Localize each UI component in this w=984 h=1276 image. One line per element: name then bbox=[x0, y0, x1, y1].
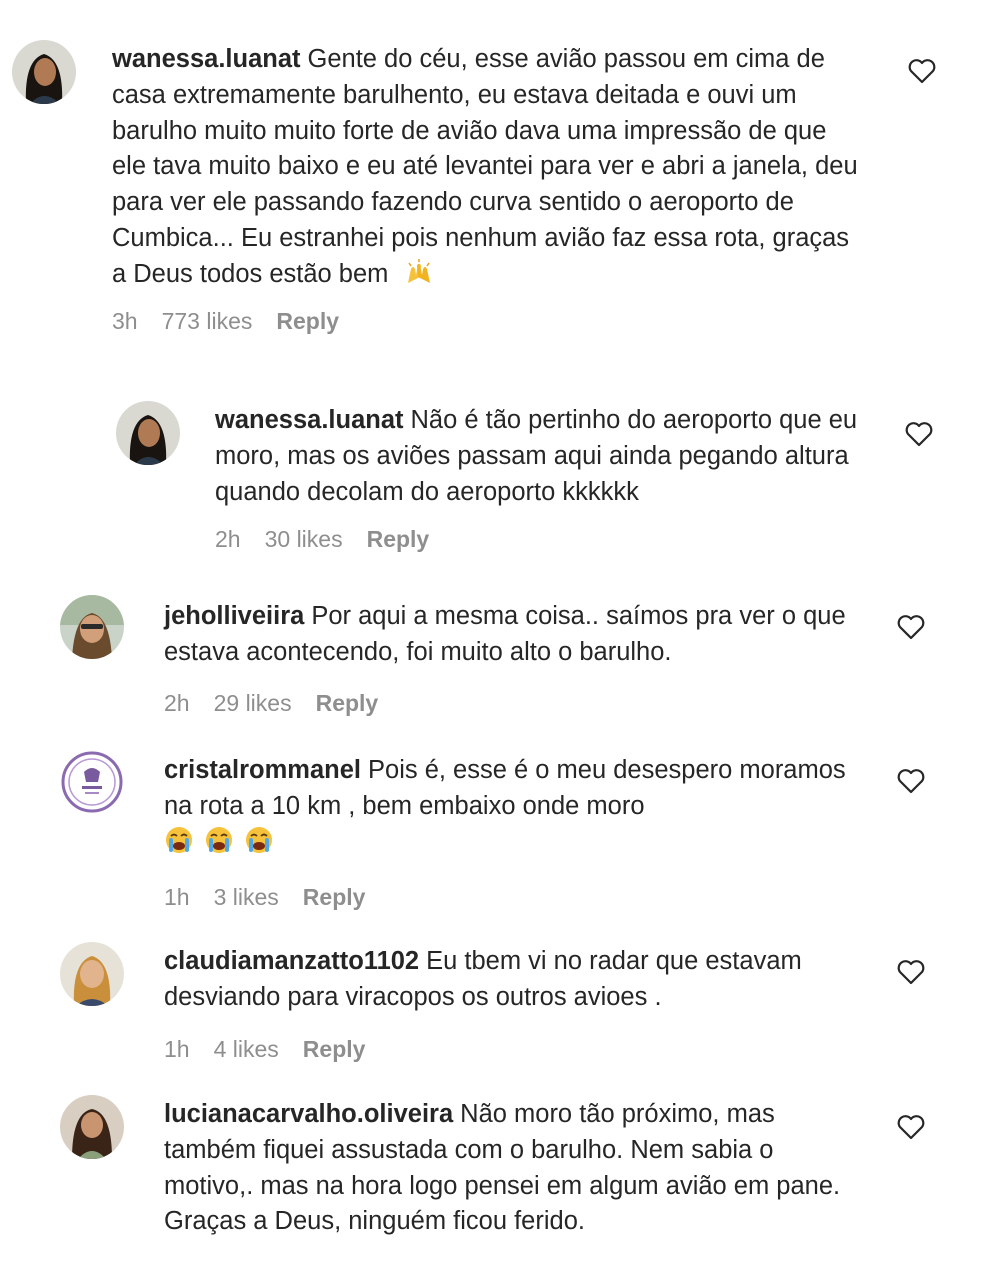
avatar[interactable] bbox=[60, 1095, 124, 1159]
heart-outline-icon[interactable] bbox=[896, 958, 926, 986]
heart-outline-icon[interactable] bbox=[896, 1113, 926, 1141]
username[interactable]: claudiamanzatto1102 bbox=[164, 947, 419, 975]
avatar[interactable] bbox=[116, 401, 180, 465]
reply-button[interactable]: Reply bbox=[276, 308, 339, 335]
avatar[interactable] bbox=[60, 595, 124, 659]
avatar[interactable] bbox=[60, 750, 124, 814]
comment-body: cristalrommanel Pois é, esse é o meu dese… bbox=[164, 753, 854, 860]
heart-outline-icon[interactable] bbox=[896, 767, 926, 795]
username[interactable]: wanessa.luanat bbox=[215, 406, 404, 434]
username[interactable]: lucianacarvalho.oliveira bbox=[164, 1100, 453, 1128]
heart-outline-icon[interactable] bbox=[907, 57, 937, 85]
like-count[interactable]: 4 likes bbox=[214, 1036, 279, 1063]
comment-meta: 2h 29 likes Reply bbox=[164, 690, 378, 717]
comment-body: lucianacarvalho.oliveira Não moro tão pró… bbox=[164, 1097, 864, 1240]
comment-body: claudiamanzatto1102 Eu tbem vi no radar q… bbox=[164, 944, 854, 1016]
comment-time: 1h bbox=[164, 884, 190, 910]
raising-hands-icon bbox=[404, 257, 434, 287]
username[interactable]: wanessa.luanat bbox=[112, 45, 301, 73]
comment-body: wanessa.luanat Não é tão pertinho do aero… bbox=[215, 403, 875, 510]
like-count[interactable]: 29 likes bbox=[214, 690, 292, 717]
like-count[interactable]: 3 likes bbox=[214, 884, 279, 911]
comment-body: wanessa.luanat Gente do céu, esse avião p… bbox=[112, 42, 867, 293]
loudly-crying-face-icon bbox=[244, 825, 274, 855]
comment-time: 3h bbox=[112, 308, 138, 334]
comment-time: 1h bbox=[164, 1036, 190, 1062]
comment-meta: 1h 3 likes Reply bbox=[164, 884, 365, 911]
loudly-crying-face-icon bbox=[164, 825, 194, 855]
comment-meta: 3h 773 likes Reply bbox=[112, 308, 339, 335]
reply-button[interactable]: Reply bbox=[303, 1036, 366, 1063]
comment-text: Gente do céu, esse avião passou em cima … bbox=[112, 45, 858, 288]
comment-time: 2h bbox=[215, 526, 241, 552]
username[interactable]: cristalrommanel bbox=[164, 756, 361, 784]
comment-meta: 2h 30 likes Reply bbox=[215, 526, 429, 553]
reply-button[interactable]: Reply bbox=[303, 884, 366, 911]
username[interactable]: jeholliveiira bbox=[164, 602, 304, 630]
avatar[interactable] bbox=[60, 942, 124, 1006]
reply-button[interactable]: Reply bbox=[367, 526, 430, 553]
like-count[interactable]: 30 likes bbox=[265, 526, 343, 553]
comment-time: 2h bbox=[164, 690, 190, 716]
comment-body: jeholliveiira Por aqui a mesma coisa.. sa… bbox=[164, 599, 864, 671]
heart-outline-icon[interactable] bbox=[896, 613, 926, 641]
heart-outline-icon[interactable] bbox=[904, 420, 934, 448]
avatar[interactable] bbox=[12, 40, 76, 104]
comment-meta: 1h 4 likes Reply bbox=[164, 1036, 365, 1063]
reply-button[interactable]: Reply bbox=[316, 690, 379, 717]
loudly-crying-face-icon bbox=[204, 825, 234, 855]
like-count[interactable]: 773 likes bbox=[162, 308, 253, 335]
